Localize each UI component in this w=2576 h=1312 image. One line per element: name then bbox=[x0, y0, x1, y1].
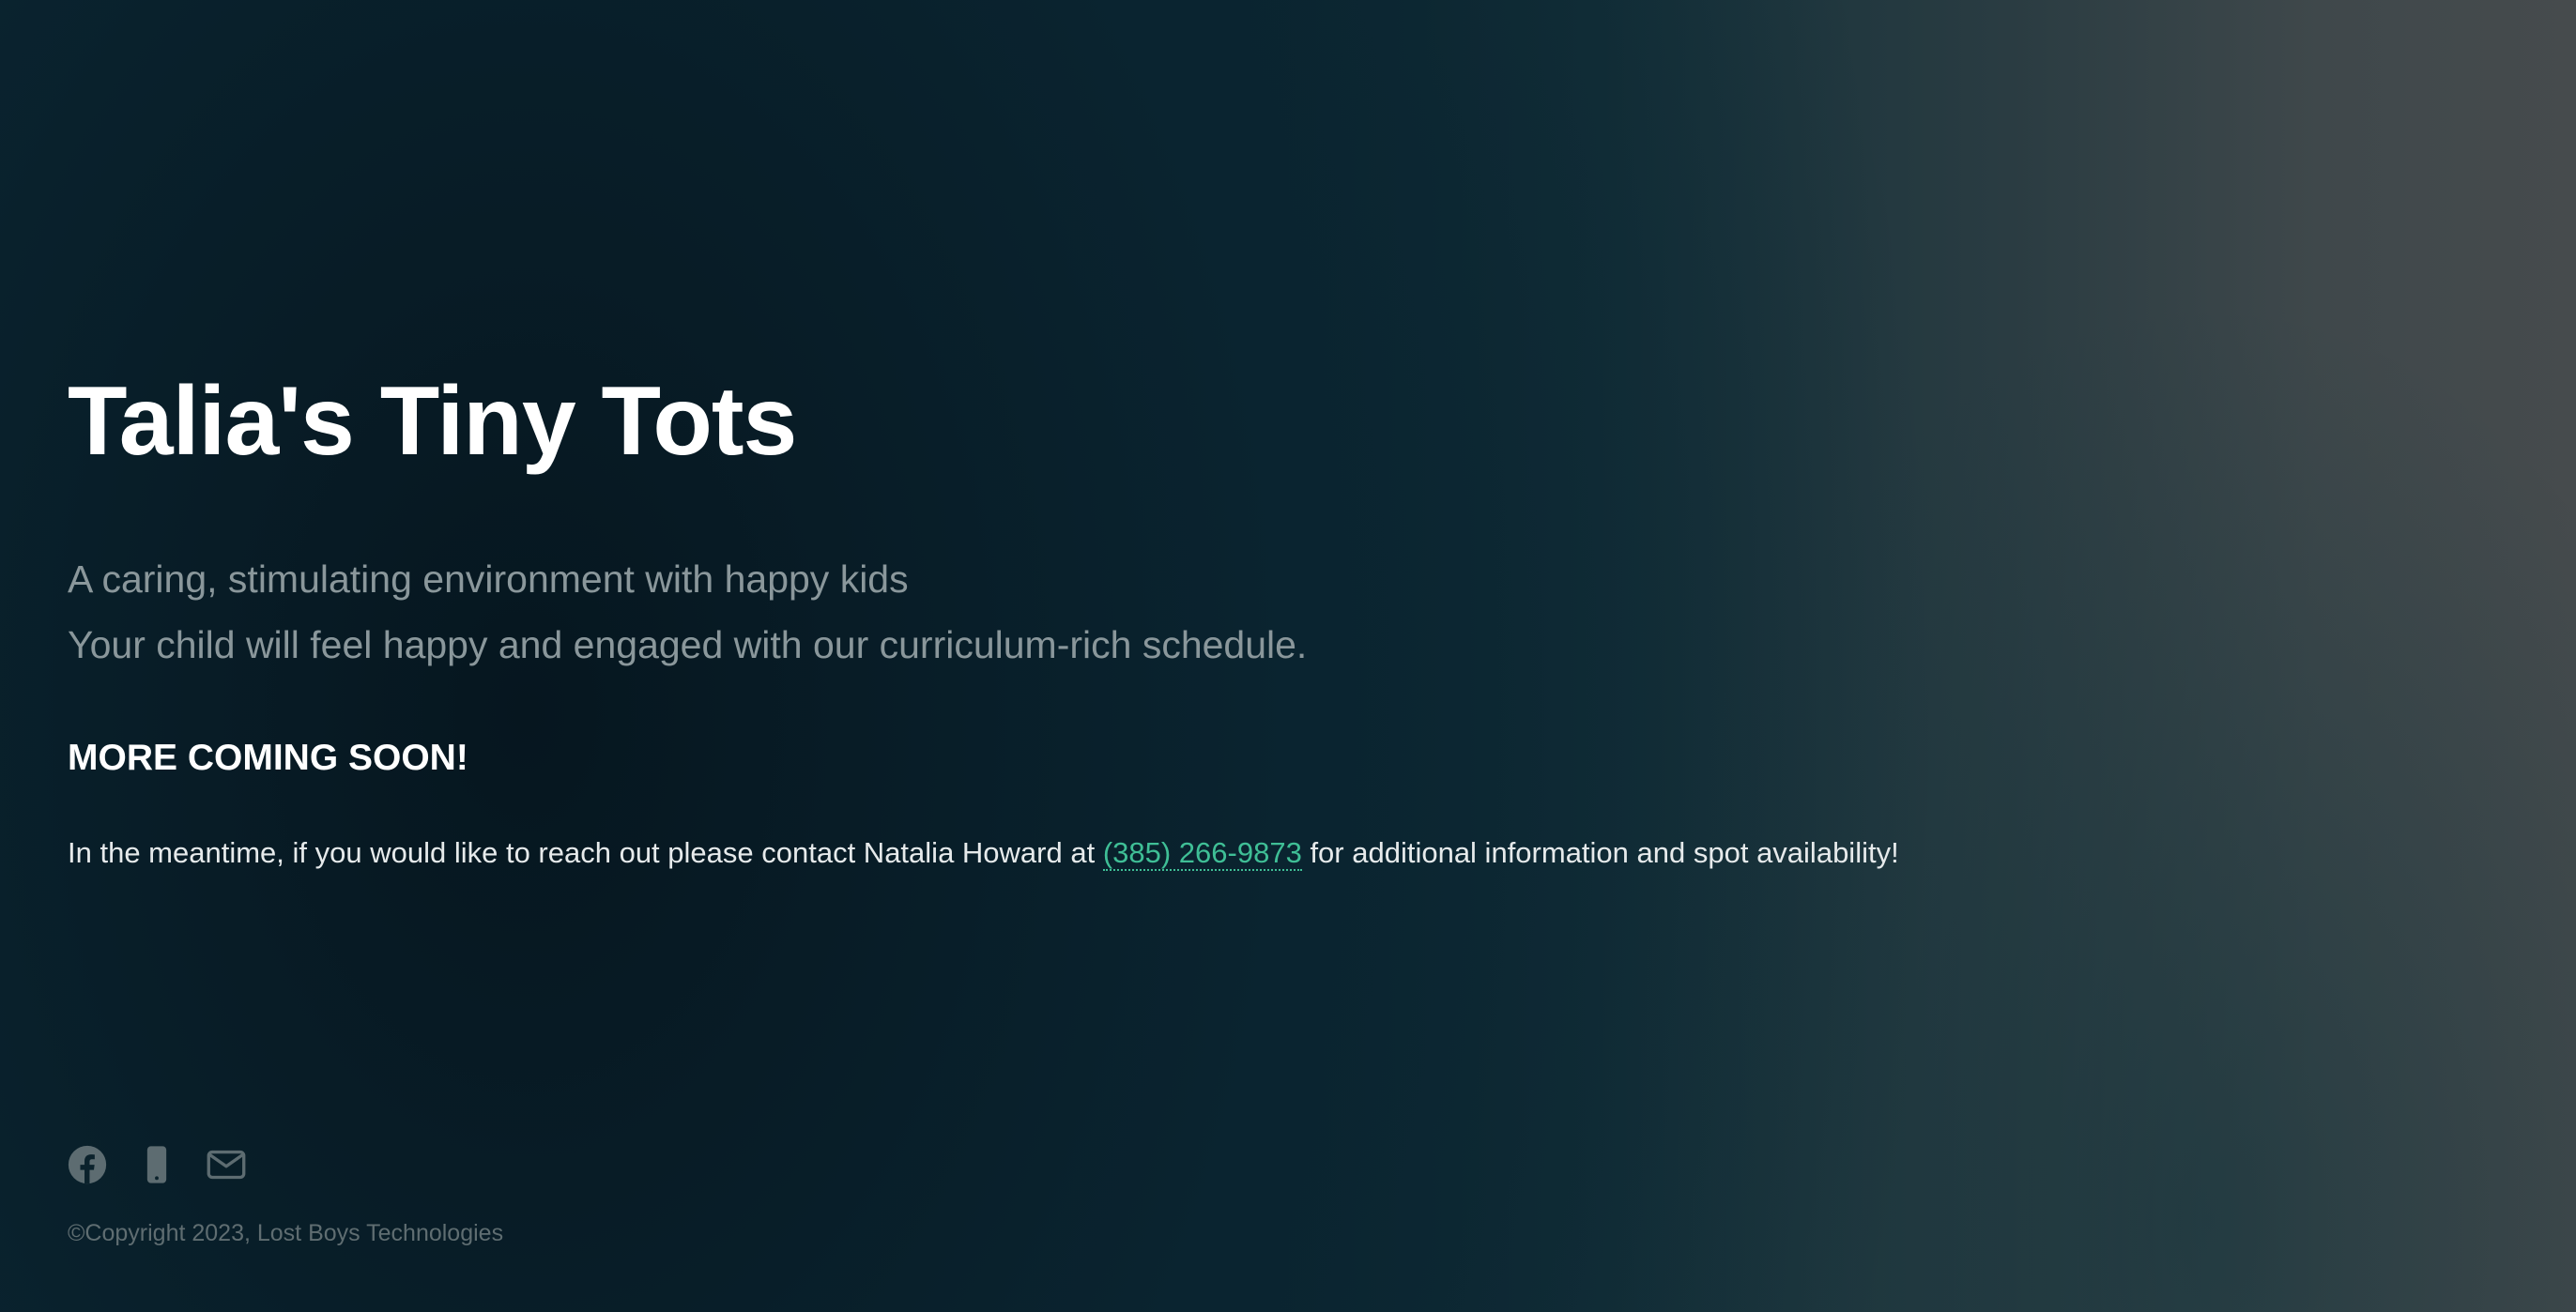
email-link[interactable] bbox=[207, 1145, 246, 1184]
phone-icon bbox=[146, 1146, 167, 1183]
coming-soon-heading: MORE COMING SOON! bbox=[68, 738, 468, 778]
phone-link[interactable]: (385) 266-9873 bbox=[1102, 836, 1302, 871]
contact-text-after: for additional information and spot avai… bbox=[1301, 836, 1899, 869]
facebook-icon bbox=[68, 1145, 107, 1184]
site-title: Talia's Tiny Tots bbox=[68, 367, 797, 476]
copyright-text: ©Copyright 2023, Lost Boys Technologies bbox=[68, 1220, 504, 1246]
tagline-line-1: A caring, stimulating environment with h… bbox=[68, 557, 909, 601]
contact-paragraph: In the meantime, if you would like to re… bbox=[68, 836, 1899, 871]
email-icon bbox=[207, 1150, 246, 1180]
social-links bbox=[68, 1145, 246, 1184]
tagline-line-2: Your child will feel happy and engaged w… bbox=[68, 623, 1308, 666]
phone-icon-link[interactable] bbox=[137, 1145, 176, 1184]
tagline: A caring, stimulating environment with h… bbox=[68, 546, 1307, 678]
facebook-link[interactable] bbox=[68, 1145, 107, 1184]
contact-text-before: In the meantime, if you would like to re… bbox=[68, 836, 1103, 869]
